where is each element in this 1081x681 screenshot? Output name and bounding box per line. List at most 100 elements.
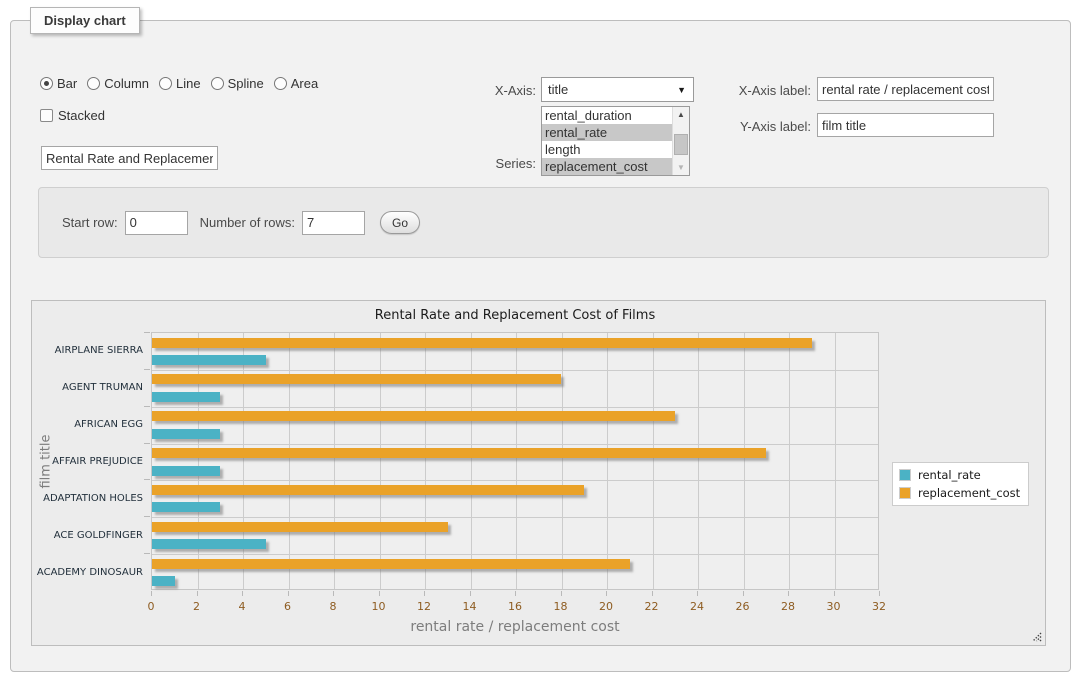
- bar-replacement-cost[interactable]: [152, 522, 448, 532]
- gridline-vertical: [698, 333, 699, 589]
- gridline-vertical: [289, 333, 290, 589]
- bar-replacement-cost[interactable]: [152, 448, 766, 458]
- y-axis-label-input[interactable]: [817, 113, 994, 137]
- radio-icon[interactable]: [87, 77, 100, 90]
- x-axis-select[interactable]: title ▼: [541, 77, 694, 102]
- x-tick-label: 24: [690, 600, 704, 613]
- start-row-input[interactable]: [125, 211, 188, 235]
- bar-rental-rate[interactable]: [152, 355, 266, 365]
- chart-legend: rental_rate replacement_cost: [892, 462, 1029, 506]
- series-option-replacement_cost[interactable]: replacement_cost: [542, 158, 672, 175]
- x-tick-mark: [470, 591, 471, 596]
- x-axis-label-input[interactable]: [817, 77, 994, 101]
- x-axis-selected-value: title: [548, 82, 568, 97]
- x-tick-mark: [197, 591, 198, 596]
- scrollbar[interactable]: ▲ ▼: [672, 107, 689, 175]
- chart-type-radio-column[interactable]: Column: [87, 76, 149, 91]
- x-tick-mark: [288, 591, 289, 596]
- legend-label: replacement_cost: [918, 486, 1020, 500]
- x-tick-mark: [697, 591, 698, 596]
- gridline-horizontal: [152, 370, 878, 371]
- scrollbar-thumb[interactable]: [674, 134, 688, 155]
- x-tick-label: 10: [372, 600, 386, 613]
- chart-type-radio-label: Area: [291, 76, 318, 91]
- series-option-rental_rate[interactable]: rental_rate: [542, 124, 672, 141]
- legend-item-rental_rate[interactable]: rental_rate: [899, 468, 1020, 482]
- y-category-label: ACE GOLDFINGER: [33, 530, 143, 541]
- gridline-vertical: [425, 333, 426, 589]
- bar-replacement-cost[interactable]: [152, 411, 675, 421]
- x-tick-mark: [606, 591, 607, 596]
- chart-type-radio-spline[interactable]: Spline: [211, 76, 264, 91]
- x-tick-label: 32: [872, 600, 886, 613]
- checkbox-icon[interactable]: [40, 109, 53, 122]
- chart-type-radio-line[interactable]: Line: [159, 76, 201, 91]
- y-tick-mark: [144, 369, 150, 370]
- panel-legend-display-chart: Display chart: [30, 7, 140, 34]
- y-category-label: AIRPLANE SIERRA: [33, 345, 143, 356]
- chart-title: Rental Rate and Replacement Cost of Film…: [151, 308, 879, 323]
- x-tick-mark: [743, 591, 744, 596]
- gridline-vertical: [334, 333, 335, 589]
- radio-icon[interactable]: [274, 77, 287, 90]
- x-tick-label: 2: [193, 600, 200, 613]
- resize-handle-icon[interactable]: [1030, 630, 1042, 642]
- x-tick-mark: [515, 591, 516, 596]
- radio-icon[interactable]: [211, 77, 224, 90]
- legend-item-replacement_cost[interactable]: replacement_cost: [899, 486, 1020, 500]
- row-range-panel: Start row: Number of rows: Go: [38, 187, 1049, 258]
- radio-icon[interactable]: [159, 77, 172, 90]
- bar-replacement-cost[interactable]: [152, 485, 584, 495]
- go-button[interactable]: Go: [380, 211, 420, 234]
- x-tick-label: 8: [330, 600, 337, 613]
- bar-rental-rate[interactable]: [152, 539, 266, 549]
- chart-type-radio-label: Bar: [57, 76, 77, 91]
- y-tick-mark: [144, 553, 150, 554]
- series-select-label: Series:: [437, 156, 536, 171]
- series-option-length[interactable]: length: [542, 141, 672, 158]
- y-axis-label-label: Y-Axis label:: [708, 119, 811, 134]
- bar-replacement-cost[interactable]: [152, 559, 630, 569]
- scroll-down-icon[interactable]: ▼: [673, 160, 689, 175]
- bar-rental-rate[interactable]: [152, 466, 220, 476]
- bar-rental-rate[interactable]: [152, 576, 175, 586]
- gridline-vertical: [789, 333, 790, 589]
- y-category-label: AGENT TRUMAN: [33, 382, 143, 393]
- gridline-vertical: [835, 333, 836, 589]
- legend-label: rental_rate: [918, 468, 981, 482]
- x-axis-label-label: X-Axis label:: [708, 83, 811, 98]
- radio-icon[interactable]: [40, 77, 53, 90]
- legend-swatch-icon: [899, 487, 911, 499]
- chart-type-radio-bar[interactable]: Bar: [40, 76, 77, 91]
- y-tick-mark: [144, 443, 150, 444]
- bar-replacement-cost[interactable]: [152, 338, 812, 348]
- x-tick-label: 14: [463, 600, 477, 613]
- bar-rental-rate[interactable]: [152, 392, 220, 402]
- gridline-horizontal: [152, 407, 878, 408]
- chart-title-input[interactable]: [41, 146, 218, 170]
- x-tick-label: 30: [827, 600, 841, 613]
- x-tick-label: 18: [554, 600, 568, 613]
- series-multiselect[interactable]: rental_durationrental_ratelengthreplacem…: [541, 106, 690, 176]
- x-tick-label: 16: [508, 600, 522, 613]
- chart-type-radio-label: Line: [176, 76, 201, 91]
- x-tick-mark: [652, 591, 653, 596]
- x-tick-label: 12: [417, 600, 431, 613]
- chart-type-radio-group: Bar Column Line Spline Area: [40, 76, 318, 91]
- chart-type-radio-label: Column: [104, 76, 149, 91]
- bar-replacement-cost[interactable]: [152, 374, 561, 384]
- y-category-label: ACADEMY DINOSAUR: [33, 567, 143, 578]
- scroll-up-icon[interactable]: ▲: [673, 107, 689, 122]
- series-option-rental_duration[interactable]: rental_duration: [542, 107, 672, 124]
- number-of-rows-label: Number of rows:: [200, 215, 295, 230]
- x-tick-mark: [424, 591, 425, 596]
- gridline-vertical: [607, 333, 608, 589]
- number-of-rows-input[interactable]: [302, 211, 365, 235]
- chart-type-radio-area[interactable]: Area: [274, 76, 318, 91]
- stacked-checkbox[interactable]: Stacked: [40, 108, 105, 123]
- x-tick-mark: [561, 591, 562, 596]
- gridline-vertical: [471, 333, 472, 589]
- bar-rental-rate[interactable]: [152, 502, 220, 512]
- gridline-vertical: [653, 333, 654, 589]
- bar-rental-rate[interactable]: [152, 429, 220, 439]
